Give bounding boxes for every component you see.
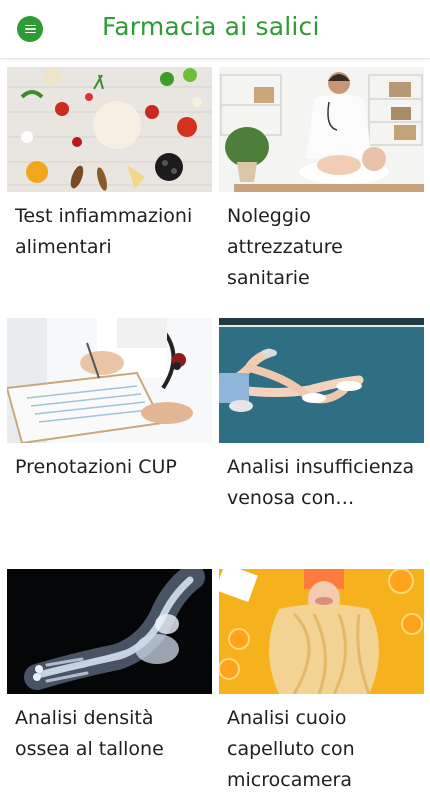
- service-label: Analisi densità ossea al tallone: [15, 707, 164, 760]
- service-label: Test infiammazioni alimentari: [15, 205, 193, 258]
- service-label: Noleggio attrezzature sanitarie: [227, 205, 343, 289]
- doctor-filling-form-photo: [7, 318, 212, 443]
- food-ingredients-photo: [7, 67, 212, 192]
- doctor-examining-baby-photo: [219, 67, 424, 192]
- legs-on-court-photo: [219, 318, 424, 443]
- service-label: Prenotazioni CUP: [15, 456, 177, 478]
- woman-hair-oranges-photo: [219, 569, 424, 694]
- service-label: Analisi cuoio capelluto con microcamera: [227, 707, 355, 791]
- service-label: Analisi insufficienza venosa con…: [227, 456, 415, 509]
- foot-xray-photo: [7, 569, 212, 694]
- hamburger-menu-icon[interactable]: [17, 16, 43, 42]
- app-header: Farmacia ai salici: [0, 0, 430, 59]
- page-title: Farmacia ai salici: [102, 12, 320, 41]
